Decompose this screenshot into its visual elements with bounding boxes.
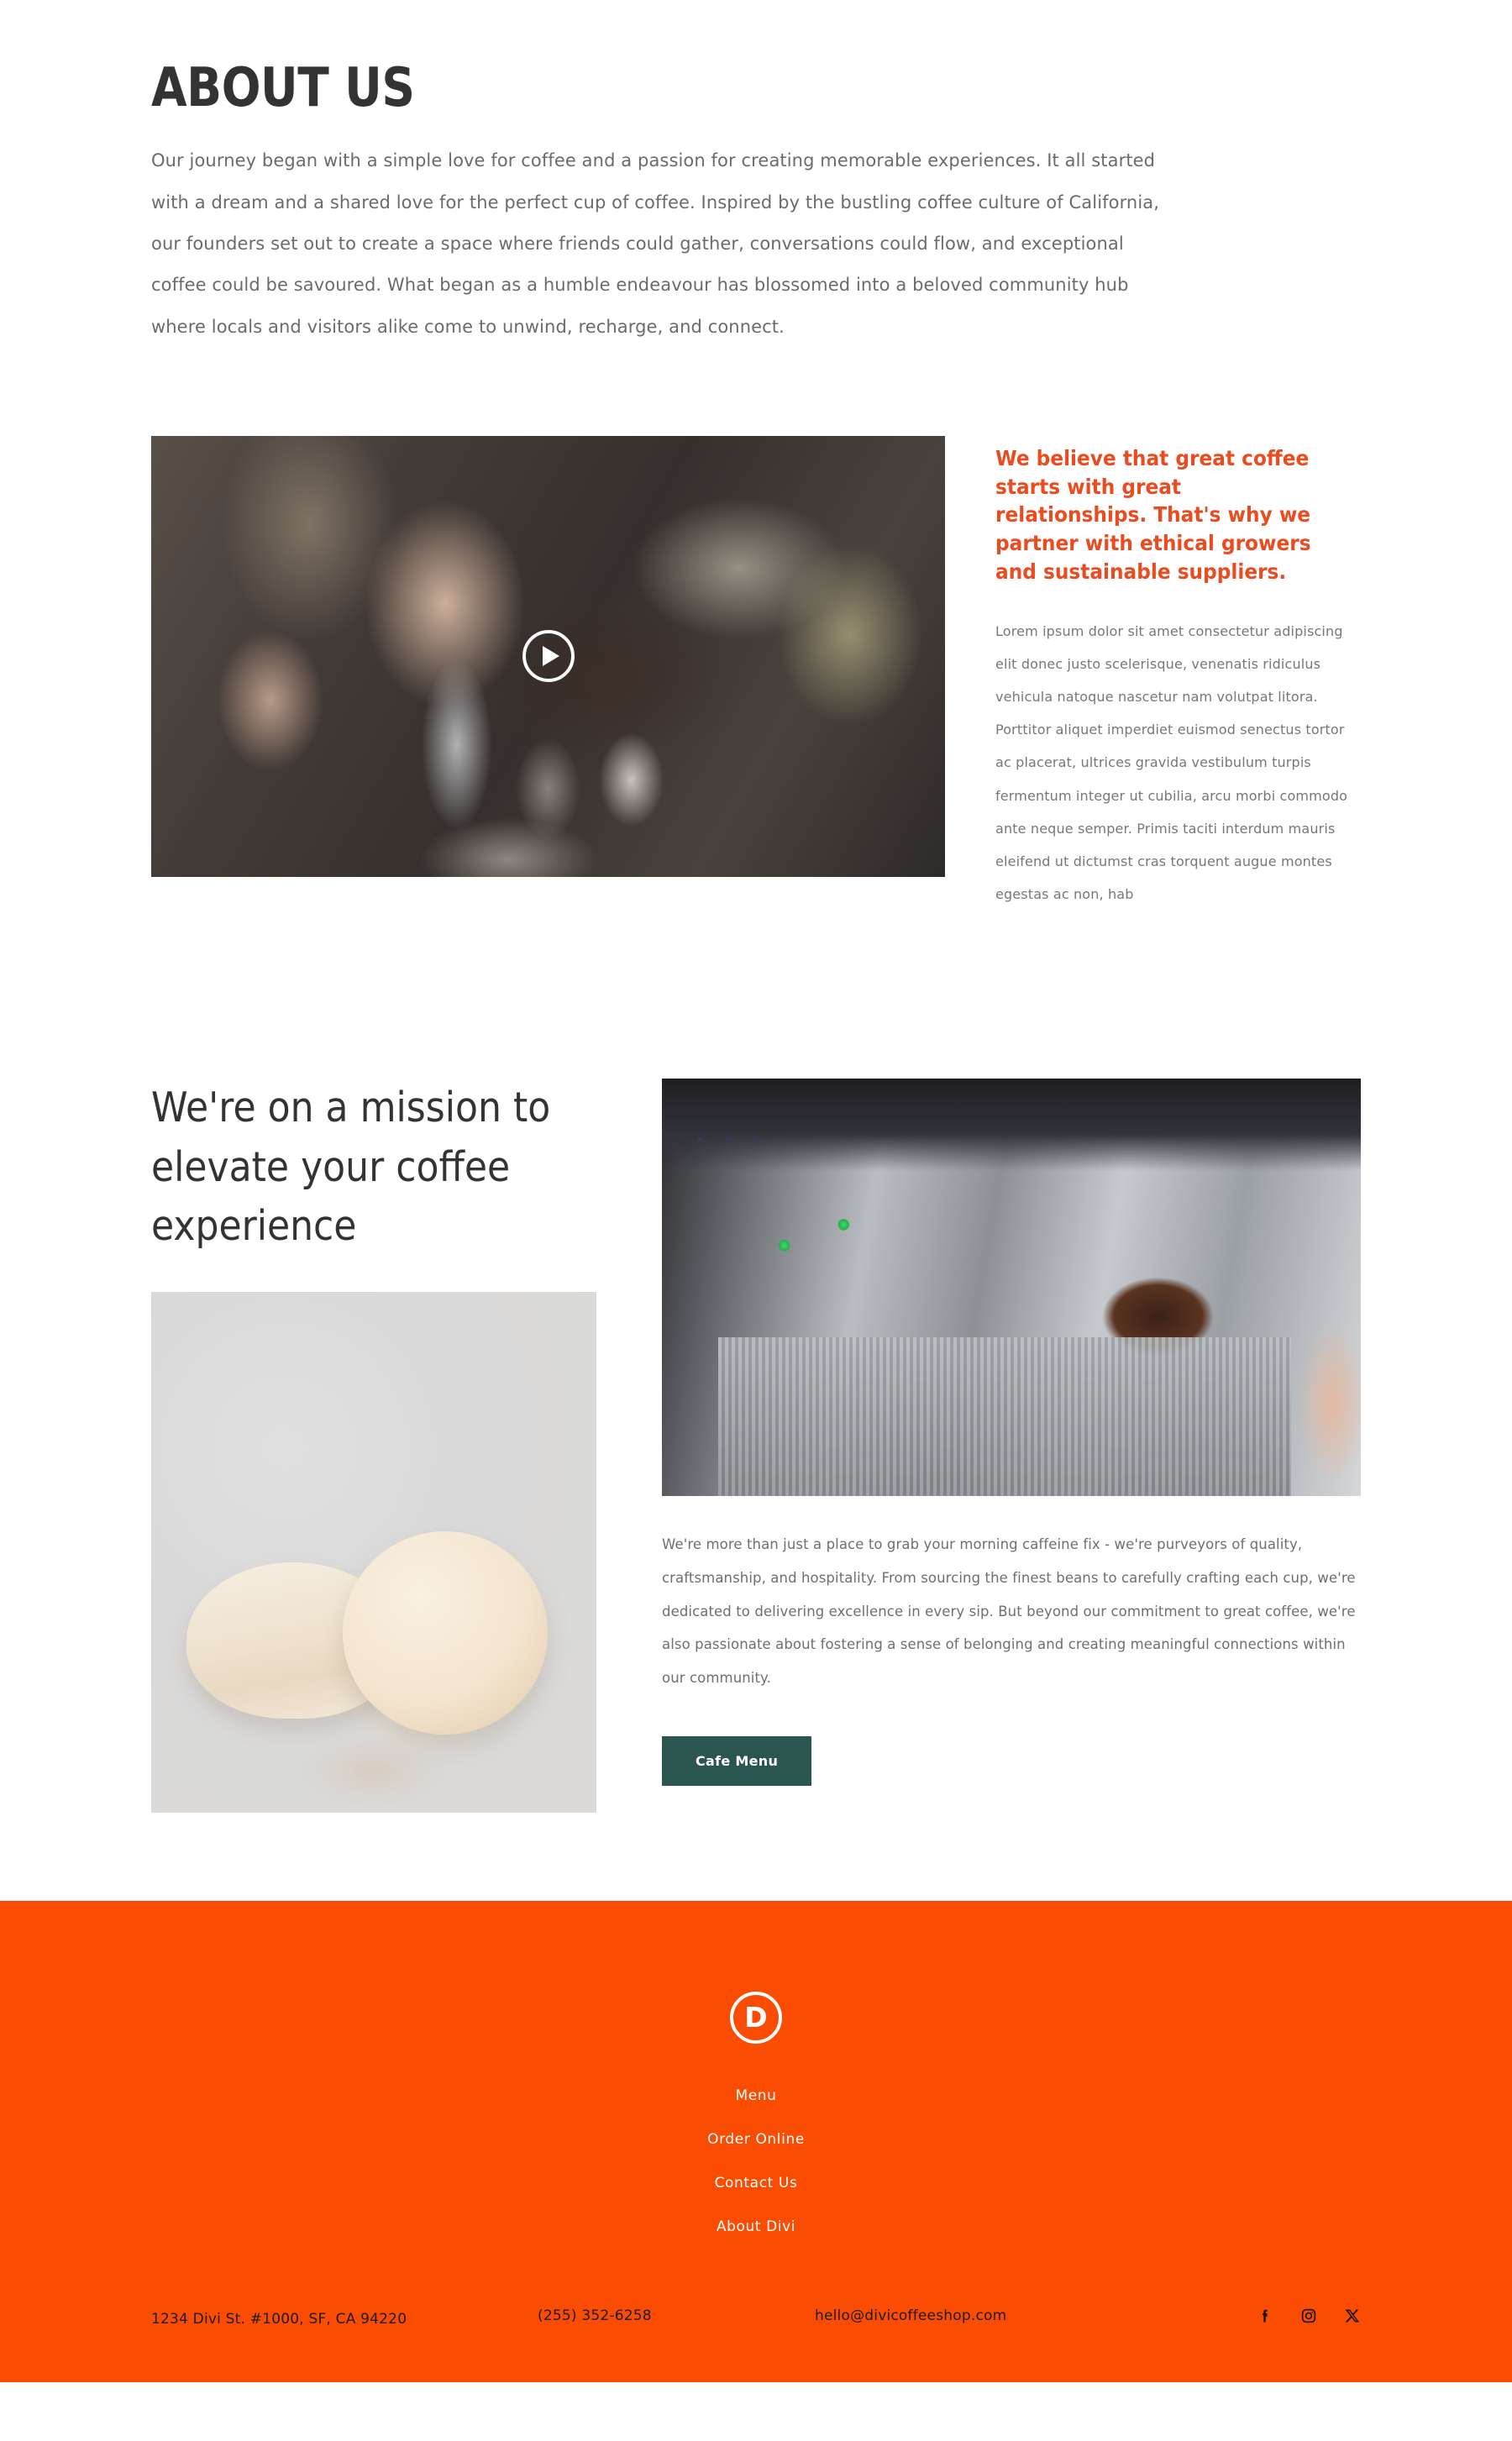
facebook-icon[interactable]	[1257, 2307, 1273, 2324]
footer-bottom-bar: 1234 Divi St. #1000, SF, CA 94220 (255) …	[151, 2307, 1361, 2332]
statement-column: We believe that great coffee starts with…	[995, 436, 1357, 911]
mission-heading: We're on a mission to elevate your coffe…	[151, 1084, 551, 1251]
mission-section: We're on a mission to elevate your coffe…	[151, 1079, 1361, 1813]
statement-heading: We believe that great coffee starts with…	[995, 445, 1311, 584]
page-root: ABOUT US Our journey began with a simple…	[0, 0, 1512, 2382]
footer-link-contact-us[interactable]: Contact Us	[0, 2175, 1512, 2192]
cafe-menu-button[interactable]: Cafe Menu	[662, 1736, 812, 1787]
footer-link-menu[interactable]: Menu	[0, 2087, 1512, 2104]
footer-address: 1234 Divi St. #1000, SF, CA 94220	[151, 2310, 407, 2328]
statement-body: Lorem ipsum dolor sit amet consectetur a…	[995, 622, 1348, 903]
mission-right-column: We're more than just a place to grab you…	[662, 1079, 1361, 1787]
footer-link-order-online[interactable]: Order Online	[0, 2131, 1512, 2148]
play-icon[interactable]	[522, 630, 575, 683]
footer-phone[interactable]: (255) 352-6258	[538, 2307, 815, 2324]
footer-social-links	[1257, 2307, 1361, 2324]
page-title: ABOUT US	[151, 57, 415, 119]
mission-left-column: We're on a mission to elevate your coffe…	[151, 1079, 596, 1813]
video-player[interactable]	[151, 435, 945, 877]
x-twitter-icon[interactable]	[1344, 2307, 1361, 2324]
macaron-image	[151, 1291, 596, 1813]
divi-logo-icon[interactable]: D	[730, 1991, 782, 2044]
footer-nav: Menu Order Online Contact Us About Divi	[0, 2087, 1512, 2235]
instagram-icon[interactable]	[1300, 2307, 1317, 2324]
footer-link-about-divi[interactable]: About Divi	[0, 2218, 1512, 2235]
mission-paragraph: We're more than just a place to grab you…	[662, 1536, 1356, 1686]
video-statement-row: We believe that great coffee starts with…	[151, 435, 1361, 911]
footer-email[interactable]: hello@divicoffeeshop.com	[815, 2307, 1257, 2324]
about-paragraph: Our journey began with a simple love for…	[151, 150, 1160, 337]
espresso-machine-image	[662, 1079, 1361, 1497]
site-footer: D Menu Order Online Contact Us About Div…	[0, 1900, 1512, 2382]
about-section: ABOUT US Our journey began with a simple…	[151, 0, 1361, 911]
